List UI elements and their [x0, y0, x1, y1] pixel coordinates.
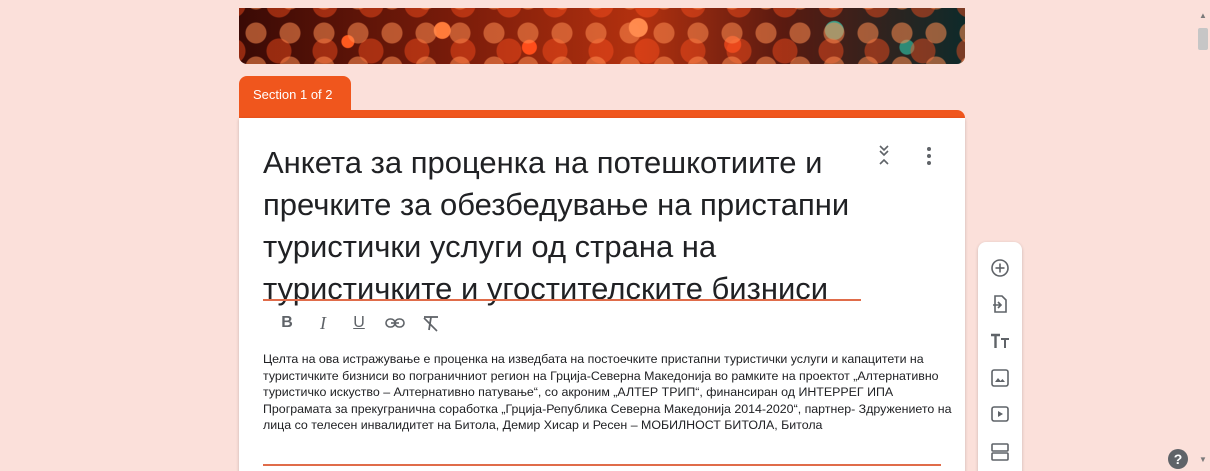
italic-button[interactable]: I: [311, 311, 335, 335]
collapse-icon: [879, 145, 889, 165]
form-description[interactable]: Целта на ова истражување е проценка на и…: [263, 351, 953, 434]
scroll-down-icon[interactable]: ▼: [1198, 455, 1208, 464]
more-vert-icon-dot: [927, 154, 931, 158]
add-question-button[interactable]: [988, 256, 1012, 280]
add-image-button[interactable]: [988, 366, 1012, 390]
form-title[interactable]: Анкета за проценка на потешкотиите и пре…: [263, 142, 863, 310]
title-underline: [263, 299, 861, 301]
description-underline: [263, 464, 941, 466]
link-button[interactable]: [383, 311, 407, 335]
clear-formatting-button[interactable]: [419, 311, 443, 335]
section-label: Section 1 of 2: [253, 86, 333, 102]
bold-button[interactable]: B: [275, 311, 299, 335]
banner-bokeh: [239, 8, 965, 64]
add-section-button[interactable]: [988, 440, 1012, 464]
add-title-button[interactable]: [988, 329, 1012, 353]
more-vert-icon-dot: [927, 147, 931, 151]
import-questions-button[interactable]: [988, 292, 1012, 316]
add-section-icon: [991, 443, 1009, 461]
header-banner-image: [239, 8, 965, 64]
add-video-button[interactable]: [988, 402, 1012, 426]
add-title-icon: [991, 333, 1009, 348]
add-question-icon: [991, 259, 1009, 277]
import-questions-icon: [993, 295, 1007, 313]
scroll-up-icon[interactable]: ▲: [1198, 11, 1208, 20]
scrollbar[interactable]: [1196, 8, 1210, 471]
link-icon: [385, 318, 405, 328]
add-image-icon: [991, 369, 1009, 387]
clear-formatting-icon: [423, 316, 438, 332]
question-toolbar: [978, 242, 1022, 471]
more-vert-icon-dot: [927, 161, 931, 165]
format-toolbar: B I U: [275, 311, 455, 335]
scrollbar-thumb[interactable]: [1198, 28, 1208, 50]
add-video-icon: [991, 406, 1009, 422]
collapse-section-button[interactable]: [875, 144, 893, 170]
form-header-card: Анкета за проценка на потешкотиите и пре…: [239, 118, 965, 471]
more-options-button[interactable]: [919, 144, 939, 168]
help-button[interactable]: ?: [1168, 449, 1188, 469]
underline-button[interactable]: U: [347, 311, 371, 335]
section-tab: Section 1 of 2: [239, 76, 351, 112]
